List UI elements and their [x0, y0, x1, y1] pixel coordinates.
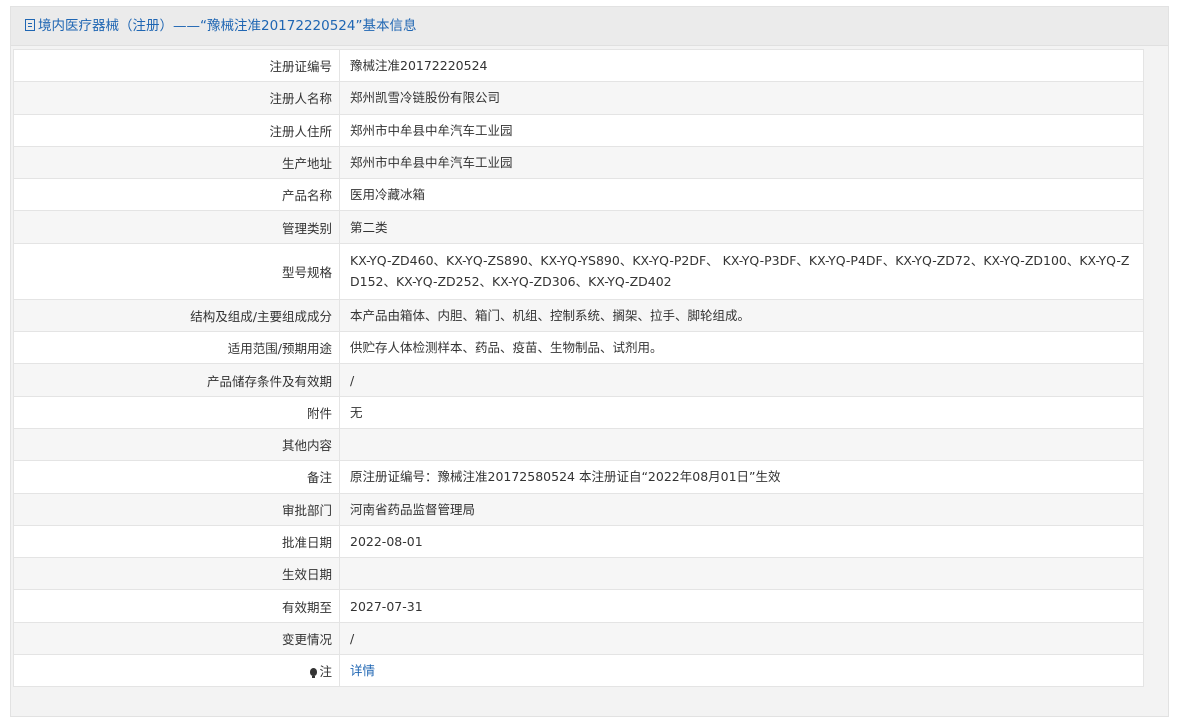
row-label: 审批部门	[13, 492, 340, 526]
detail-table-wrap: 注册证编号 豫械注准20172220524 注册人名称 郑州凯雪冷链股份有限公司…	[13, 48, 1144, 688]
row-value: 供贮存人体检测样本、药品、疫苗、生物制品、试剂用。	[339, 331, 1144, 365]
table-row: 型号规格 KX-YQ-ZD460、KX-YQ-ZS890、KX-YQ-YS890…	[13, 242, 1144, 300]
row-label: 生产地址	[13, 145, 340, 180]
note-value-cell: 详情	[339, 654, 1144, 688]
row-value: 无	[339, 395, 1144, 429]
table-row: 注册证编号 豫械注准20172220524	[13, 48, 1144, 83]
row-value: 2022-08-01	[339, 524, 1144, 559]
row-label: 生效日期	[13, 557, 340, 591]
row-value	[339, 427, 1144, 462]
table-row: 变更情况 /	[13, 621, 1144, 656]
table-row: 备注 原注册证编号：豫械注准20172580524 本注册证自“2022年08月…	[13, 460, 1144, 494]
table-row-note: 注 详情	[13, 654, 1144, 688]
table-row: 生产地址 郑州市中牟县中牟汽车工业园	[13, 145, 1144, 180]
bulb-icon	[310, 668, 318, 679]
row-label: 批准日期	[13, 524, 340, 559]
row-value: /	[339, 621, 1144, 656]
row-value: 豫械注准20172220524	[339, 48, 1144, 83]
row-value: 郑州市中牟县中牟汽车工业园	[339, 145, 1144, 180]
row-value: 河南省药品监督管理局	[339, 492, 1144, 526]
detail-table: 注册证编号 豫械注准20172220524 注册人名称 郑州凯雪冷链股份有限公司…	[13, 48, 1144, 688]
table-row: 结构及组成/主要组成成分 本产品由箱体、内胆、箱门、机组、控制系统、搁架、拉手、…	[13, 298, 1144, 333]
table-row: 其他内容	[13, 427, 1144, 462]
row-label: 适用范围/预期用途	[13, 331, 340, 365]
row-value: 医用冷藏冰箱	[339, 178, 1144, 212]
table-row: 生效日期	[13, 557, 1144, 591]
row-value: 原注册证编号：豫械注准20172580524 本注册证自“2022年08月01日…	[339, 460, 1144, 494]
row-label: 有效期至	[13, 589, 340, 623]
table-row: 注册人名称 郑州凯雪冷链股份有限公司	[13, 81, 1144, 115]
table-row: 产品名称 医用冷藏冰箱	[13, 178, 1144, 212]
row-label: 附件	[13, 395, 340, 429]
document-icon	[25, 19, 35, 31]
table-row: 附件 无	[13, 395, 1144, 429]
table-row: 审批部门 河南省药品监督管理局	[13, 492, 1144, 526]
table-row: 产品储存条件及有效期 /	[13, 363, 1144, 397]
row-value	[339, 557, 1144, 591]
note-label-cell: 注	[13, 654, 340, 688]
row-label: 变更情况	[13, 621, 340, 656]
note-label: 注	[319, 664, 332, 680]
row-value: 第二类	[339, 210, 1144, 244]
row-label: 产品名称	[13, 178, 340, 212]
row-label: 其他内容	[13, 427, 340, 462]
row-value: /	[339, 363, 1144, 397]
row-value: KX-YQ-ZD460、KX-YQ-ZS890、KX-YQ-YS890、KX-Y…	[339, 242, 1144, 300]
row-label: 注册人住所	[13, 113, 340, 147]
table-row: 批准日期 2022-08-01	[13, 524, 1144, 559]
page-title: 境内医疗器械（注册）——“豫械注准20172220524”基本信息	[38, 18, 417, 34]
details-link[interactable]: 详情	[350, 663, 375, 678]
row-label: 备注	[13, 460, 340, 494]
table-row: 注册人住所 郑州市中牟县中牟汽车工业园	[13, 113, 1144, 147]
row-label: 注册证编号	[13, 48, 340, 83]
row-value: 2027-07-31	[339, 589, 1144, 623]
table-row: 管理类别 第二类	[13, 210, 1144, 244]
row-label: 结构及组成/主要组成成分	[13, 298, 340, 333]
row-label: 管理类别	[13, 210, 340, 244]
table-row: 适用范围/预期用途 供贮存人体检测样本、药品、疫苗、生物制品、试剂用。	[13, 331, 1144, 365]
table-row: 有效期至 2027-07-31	[13, 589, 1144, 623]
row-value: 郑州市中牟县中牟汽车工业园	[339, 113, 1144, 147]
panel-header: 境内医疗器械（注册）——“豫械注准20172220524”基本信息	[11, 7, 1168, 46]
row-value: 本产品由箱体、内胆、箱门、机组、控制系统、搁架、拉手、脚轮组成。	[339, 298, 1144, 333]
row-label: 型号规格	[13, 242, 340, 300]
row-label: 注册人名称	[13, 81, 340, 115]
row-value: 郑州凯雪冷链股份有限公司	[339, 81, 1144, 115]
row-label: 产品储存条件及有效期	[13, 363, 340, 397]
